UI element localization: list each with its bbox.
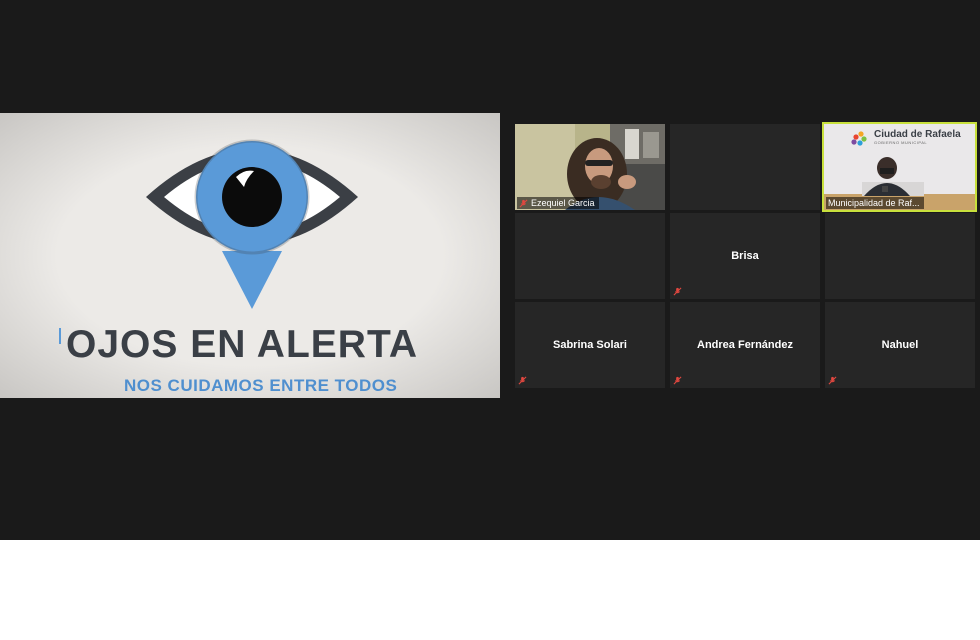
participant-tile-sabrina[interactable]: Sabrina Solari bbox=[515, 302, 665, 388]
muted-mic-icon bbox=[519, 199, 528, 207]
meeting-window: OJOS EN ALERTA NOS CUIDAMOS ENTRE TODOS bbox=[0, 0, 980, 540]
participant-name: Sabrina Solari bbox=[553, 339, 627, 351]
brand-subtext: GOBIERNO MUNICIPAL bbox=[874, 140, 928, 145]
brand-logo: Ciudad de Rafaela GOBIERNO MUNICIPAL bbox=[874, 130, 961, 145]
participant-name-label: Municipalidad de Raf... bbox=[826, 197, 924, 209]
participant-tile-ezequiel[interactable]: Ezequiel Garcia bbox=[515, 124, 665, 210]
muted-mic-icon bbox=[673, 287, 682, 296]
muted-mic-icon bbox=[518, 376, 527, 385]
share-title: OJOS EN ALERTA bbox=[66, 323, 419, 366]
participant-tile-brisa[interactable]: Brisa bbox=[670, 213, 820, 299]
shared-screen[interactable]: OJOS EN ALERTA NOS CUIDAMOS ENTRE TODOS bbox=[0, 113, 500, 398]
muted-mic-icon bbox=[673, 376, 682, 385]
participant-name-label: Ezequiel Garcia bbox=[517, 197, 599, 209]
participant-tile-empty[interactable] bbox=[825, 213, 975, 299]
participant-name: Brisa bbox=[731, 250, 759, 262]
share-subtitle: NOS CUIDAMOS ENTRE TODOS bbox=[124, 376, 398, 395]
participant-name: Nahuel bbox=[881, 339, 919, 351]
participant-name: Andrea Fernández bbox=[697, 339, 793, 351]
muted-mic-icon bbox=[828, 376, 837, 385]
participant-tile-empty[interactable] bbox=[515, 213, 665, 299]
participant-tile-municipalidad[interactable]: Ciudad de Rafaela GOBIERNO MUNICIPAL Mun… bbox=[822, 122, 977, 212]
brand-text: Ciudad de Rafaela bbox=[874, 129, 961, 140]
participant-tile-empty[interactable] bbox=[670, 124, 820, 210]
participant-tile-nahuel[interactable]: Nahuel bbox=[825, 302, 975, 388]
participant-tile-andrea[interactable]: Andrea Fernández bbox=[670, 302, 820, 388]
